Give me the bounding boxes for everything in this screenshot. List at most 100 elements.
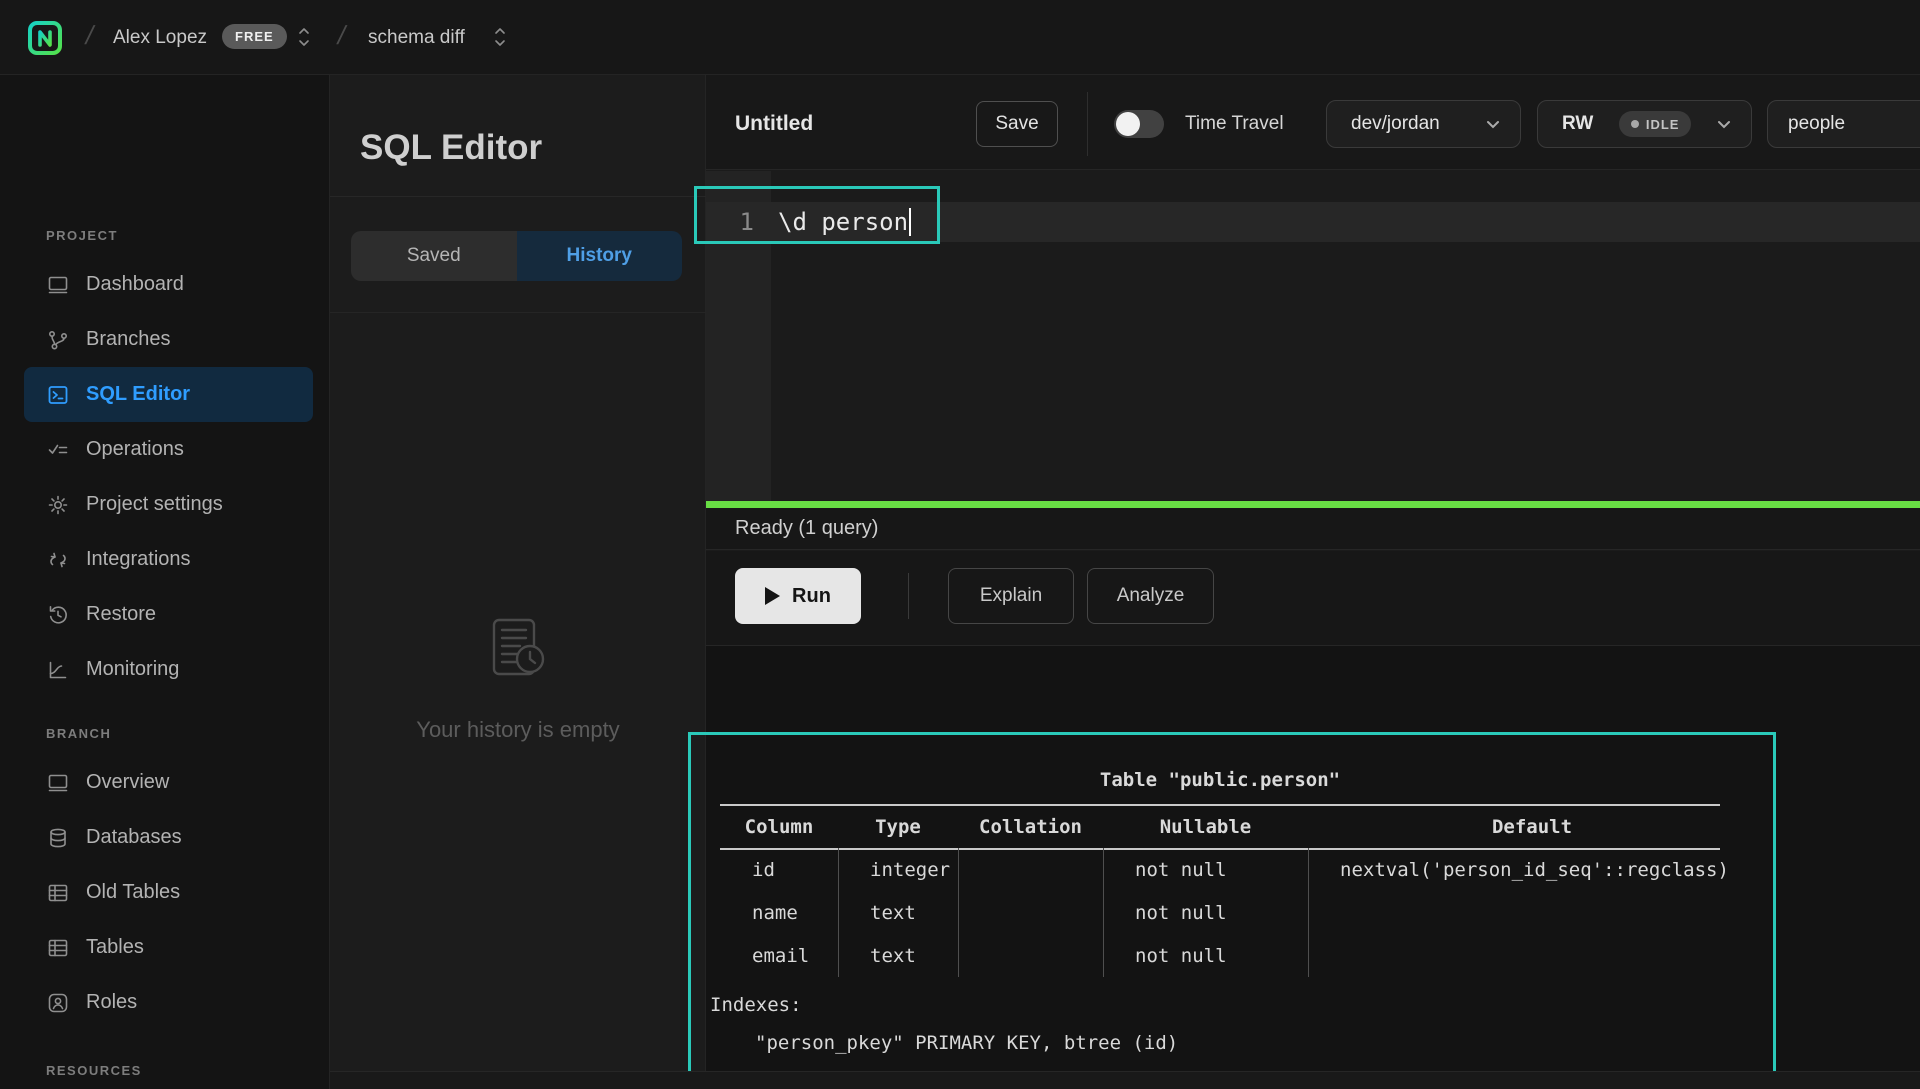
- breadcrumb-separator: /: [83, 20, 97, 51]
- top-bar: / Alex Lopez FREE / schema diff: [0, 0, 1920, 75]
- analyze-button[interactable]: Analyze: [1087, 568, 1214, 624]
- sidebar-item-restore[interactable]: Restore: [0, 587, 329, 642]
- panel-title: SQL Editor: [360, 128, 542, 168]
- table-row: name text not null: [720, 891, 1756, 934]
- query-status-row: Ready (1 query): [706, 508, 1920, 550]
- line-number: 1: [706, 208, 771, 236]
- sidebar-item-label: Roles: [86, 991, 137, 1014]
- endpoint-status-badge: IDLE: [1619, 111, 1692, 137]
- query-progress-bar: [706, 501, 1920, 508]
- run-label: Run: [792, 585, 831, 608]
- code-editor-line[interactable]: 1 \d person: [706, 202, 1920, 242]
- col-header: Collation: [958, 806, 1103, 848]
- branch-select[interactable]: dev/jordan: [1326, 100, 1521, 148]
- sidebar-item-old-tables[interactable]: Old Tables: [0, 865, 329, 920]
- tab-saved[interactable]: Saved: [351, 231, 517, 281]
- sidebar-item-dashboard[interactable]: Dashboard: [0, 257, 329, 312]
- sidebar-item-roles[interactable]: Roles: [0, 975, 329, 1030]
- sidebar-item-label: Old Tables: [86, 881, 180, 904]
- restore-clock-icon: [46, 603, 70, 627]
- database-icon: [46, 826, 70, 850]
- monitoring-chart-icon: [46, 658, 70, 682]
- query-header: Untitled Save Time Travel dev/jordan RW …: [706, 75, 1920, 170]
- overview-icon: [46, 771, 70, 795]
- cell: id: [720, 848, 838, 891]
- sidebar-item-label: Project settings: [86, 493, 223, 516]
- toggle-knob: [1116, 112, 1140, 136]
- sidebar-item-databases[interactable]: Databases: [0, 810, 329, 865]
- sidebar-item-project-settings[interactable]: Project settings: [0, 477, 329, 532]
- divider: [330, 196, 706, 197]
- time-travel-label: Time Travel: [1185, 113, 1284, 135]
- table-icon: [46, 936, 70, 960]
- sidebar-section-branch: BRANCH: [0, 721, 329, 745]
- col-header: Column: [720, 806, 838, 848]
- table-row: email text not null: [720, 934, 1756, 977]
- branches-icon: [46, 328, 70, 352]
- sidebar-item-label: Monitoring: [86, 658, 179, 681]
- sidebar-item-branches[interactable]: Branches: [0, 312, 329, 367]
- roles-user-icon: [46, 991, 70, 1015]
- results-table: Column Type Collation Nullable Default i…: [720, 806, 1756, 977]
- database-select[interactable]: people: [1767, 100, 1920, 148]
- breadcrumb-org[interactable]: Alex Lopez: [113, 27, 207, 49]
- cell: email: [720, 934, 838, 977]
- project-switcher-icon[interactable]: [492, 24, 508, 55]
- endpoint-select[interactable]: RW IDLE: [1537, 100, 1752, 148]
- code-text: \d person: [771, 208, 908, 236]
- divider: [330, 312, 706, 313]
- col-header: Nullable: [1103, 806, 1308, 848]
- history-empty-icon: [480, 615, 556, 691]
- endpoint-name: RW: [1562, 113, 1593, 135]
- neon-logo-icon[interactable]: [27, 20, 63, 61]
- cell: nextval('person_id_seq'::regclass): [1308, 848, 1756, 891]
- cell: [958, 934, 1103, 977]
- divider: [1087, 92, 1088, 156]
- tab-history[interactable]: History: [517, 231, 683, 281]
- sidebar-item-integrations[interactable]: Integrations: [0, 532, 329, 587]
- sidebar-item-label: Operations: [86, 438, 184, 461]
- sidebar-item-monitoring[interactable]: Monitoring: [0, 642, 329, 697]
- cell: [1308, 934, 1756, 977]
- sidebar-item-operations[interactable]: Operations: [0, 422, 329, 477]
- saved-history-tabs: Saved History: [351, 231, 682, 281]
- cell: not null: [1103, 848, 1308, 891]
- sidebar-item-label: Tables: [86, 936, 144, 959]
- cell: integer: [838, 848, 958, 891]
- dashboard-icon: [46, 273, 70, 297]
- endpoint-status-text: IDLE: [1646, 117, 1680, 132]
- run-button[interactable]: Run: [735, 568, 861, 624]
- cell: not null: [1103, 934, 1308, 977]
- col-header: Default: [1308, 806, 1756, 848]
- results-panel: Table "public.person" Column Type Collat…: [706, 646, 1920, 1071]
- play-icon: [765, 587, 780, 605]
- sidebar-item-sql-editor[interactable]: SQL Editor: [24, 367, 313, 422]
- gear-icon: [46, 493, 70, 517]
- time-travel-toggle[interactable]: [1114, 110, 1164, 138]
- sidebar-item-tables[interactable]: Tables: [0, 920, 329, 975]
- operations-icon: [46, 438, 70, 462]
- status-dot-icon: [1631, 120, 1639, 128]
- indexes-label: Indexes:: [710, 994, 802, 1016]
- sidebar-section-project: PROJECT: [0, 223, 329, 247]
- query-editor-panel: Untitled Save Time Travel dev/jordan RW …: [706, 75, 1920, 1071]
- chevron-down-icon: [1486, 120, 1500, 129]
- sidebar-item-label: Branches: [86, 328, 171, 351]
- integrations-icon: [46, 548, 70, 572]
- bottom-strip: [330, 1071, 1920, 1089]
- explain-button[interactable]: Explain: [948, 568, 1074, 624]
- plan-badge: FREE: [222, 24, 287, 49]
- breadcrumb-project[interactable]: schema diff: [368, 27, 465, 49]
- save-button[interactable]: Save: [976, 101, 1058, 147]
- org-switcher-icon[interactable]: [296, 24, 312, 55]
- results-table-title: Table "public.person": [720, 769, 1720, 791]
- sidebar-item-overview[interactable]: Overview: [0, 755, 329, 810]
- query-title[interactable]: Untitled: [735, 112, 813, 136]
- database-select-value: people: [1788, 113, 1845, 135]
- history-empty-text: Your history is empty: [416, 717, 619, 743]
- index-entry: "person_pkey" PRIMARY KEY, btree (id): [755, 1032, 1178, 1054]
- sidebar-item-label: SQL Editor: [86, 383, 190, 406]
- sidebar-item-label: Overview: [86, 771, 169, 794]
- sidebar-item-label: Dashboard: [86, 273, 184, 296]
- cell: text: [838, 891, 958, 934]
